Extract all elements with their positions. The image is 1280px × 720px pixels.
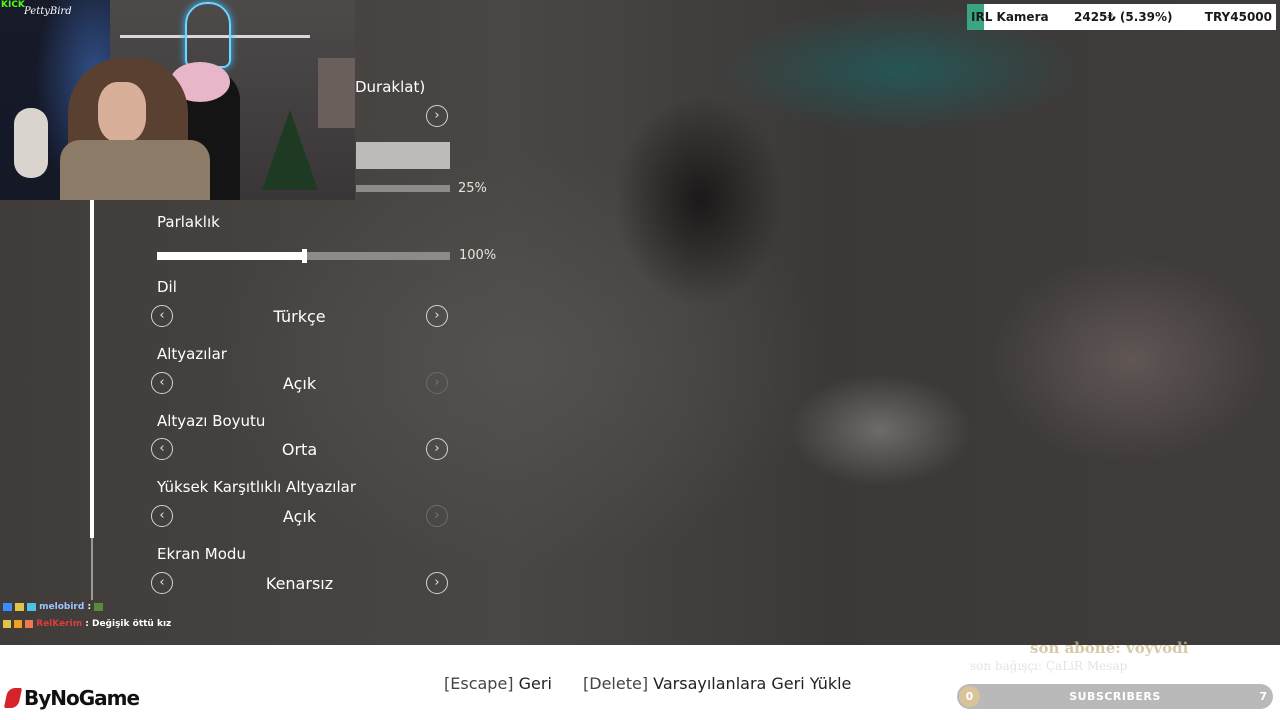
subscribers-goal: 7 [1259, 690, 1267, 703]
high-contrast-prev-chevron-left-icon[interactable]: ‹ [151, 505, 173, 527]
high-contrast-subtitles-label: Yüksek Karşıtlıklı Altyazılar [157, 478, 356, 496]
christmas-tree-icon [262, 110, 318, 190]
subscribers-label: SUBSCRIBERS [1069, 690, 1161, 703]
webcam-overlay: KICK PettyBird [0, 0, 355, 200]
donation-goal-name: IRL Kamera [971, 10, 1049, 24]
chevron-right-icon[interactable]: › [426, 105, 448, 127]
neon-sign-icon [185, 2, 231, 68]
language-value: Türkçe [273, 307, 326, 326]
donation-goal-target: TRY45000 [1204, 10, 1272, 24]
last-donation: son bağışçı: ÇaLiR Mesap [970, 659, 1128, 673]
chat-badges-icon [3, 619, 33, 628]
chat-badges-icon [3, 602, 36, 611]
menu-scroll-indicator [90, 200, 94, 538]
delete-key-hint: [Delete] [583, 674, 649, 693]
chat-message: RelKerim : Değişik öttü kız [3, 619, 171, 629]
donation-goal-bar: IRL Kamera 2425₺ (5.39%) TRY45000 [967, 4, 1276, 30]
brightness-slider-handle[interactable] [302, 249, 307, 263]
subtitle-size-next-chevron-right-icon[interactable]: › [426, 438, 448, 460]
bynogame-logo: ByNoGame [3, 686, 140, 710]
language-next-chevron-right-icon[interactable]: › [426, 305, 448, 327]
subtitle-size-label: Altyazı Boyutu [157, 412, 266, 430]
brightness-slider-fill [157, 252, 304, 260]
language-label: Dil [157, 278, 177, 296]
escape-key-hint: [Escape] [444, 674, 514, 693]
emote-icon [94, 602, 104, 611]
kick-logo: KICK [1, 0, 25, 10]
chat-username: RelKerim [36, 619, 83, 629]
guitar-icon [14, 108, 48, 178]
partial-slider[interactable] [356, 185, 450, 192]
brightness-percent: 100% [459, 248, 497, 263]
bynogame-logo-text: ByNoGame [24, 686, 140, 710]
reset-defaults-button[interactable]: [Delete] Varsayılanlara Geri Yükle [583, 674, 851, 693]
subtitles-next-chevron-right-icon[interactable]: › [426, 372, 448, 394]
menu-scroll-track [91, 538, 93, 600]
screen-mode-label: Ekran Modu [157, 545, 246, 563]
screen-mode-prev-chevron-left-icon[interactable]: ‹ [151, 572, 173, 594]
subtitles-prev-chevron-left-icon[interactable]: ‹ [151, 372, 173, 394]
back-button[interactable]: [Escape] Geri [444, 674, 552, 693]
chat-text: Değişik öttü kız [91, 619, 172, 629]
high-contrast-next-chevron-right-icon[interactable]: › [426, 505, 448, 527]
streamer-signature: PettyBird [24, 6, 72, 17]
chat-username: melobird [39, 602, 85, 612]
bynogame-logo-icon [3, 688, 23, 708]
reset-defaults-label: Varsayılanlara Geri Yükle [653, 674, 852, 693]
language-prev-chevron-left-icon[interactable]: ‹ [151, 305, 173, 327]
subtitle-size-value: Orta [281, 440, 318, 459]
chat-message: melobird : [3, 602, 104, 612]
wall-frame [318, 58, 355, 128]
partial-slider-percent: 25% [458, 181, 487, 196]
subtitle-size-prev-chevron-left-icon[interactable]: ‹ [151, 438, 173, 460]
subscribers-goal-bar: 0 SUBSCRIBERS 7 [957, 684, 1273, 709]
partial-setting-box [356, 142, 450, 169]
donation-goal-current: 2425₺ (5.39%) [1074, 10, 1173, 24]
streamer-face [98, 82, 146, 142]
brightness-label: Parlaklık [157, 213, 220, 231]
last-subscriber: son abone: voyvodi [1030, 639, 1189, 657]
screen-mode-value: Kenarsız [265, 574, 334, 593]
back-action-label: Geri [518, 674, 552, 693]
brightness-slider[interactable] [157, 249, 450, 263]
partial-setting-label: Duraklat) [355, 78, 426, 96]
subtitles-label: Altyazılar [157, 345, 227, 363]
streamer-jacket [60, 140, 210, 200]
high-contrast-value: Açık [282, 507, 317, 526]
screen-mode-next-chevron-right-icon[interactable]: › [426, 572, 448, 594]
subtitles-value: Açık [282, 374, 317, 393]
